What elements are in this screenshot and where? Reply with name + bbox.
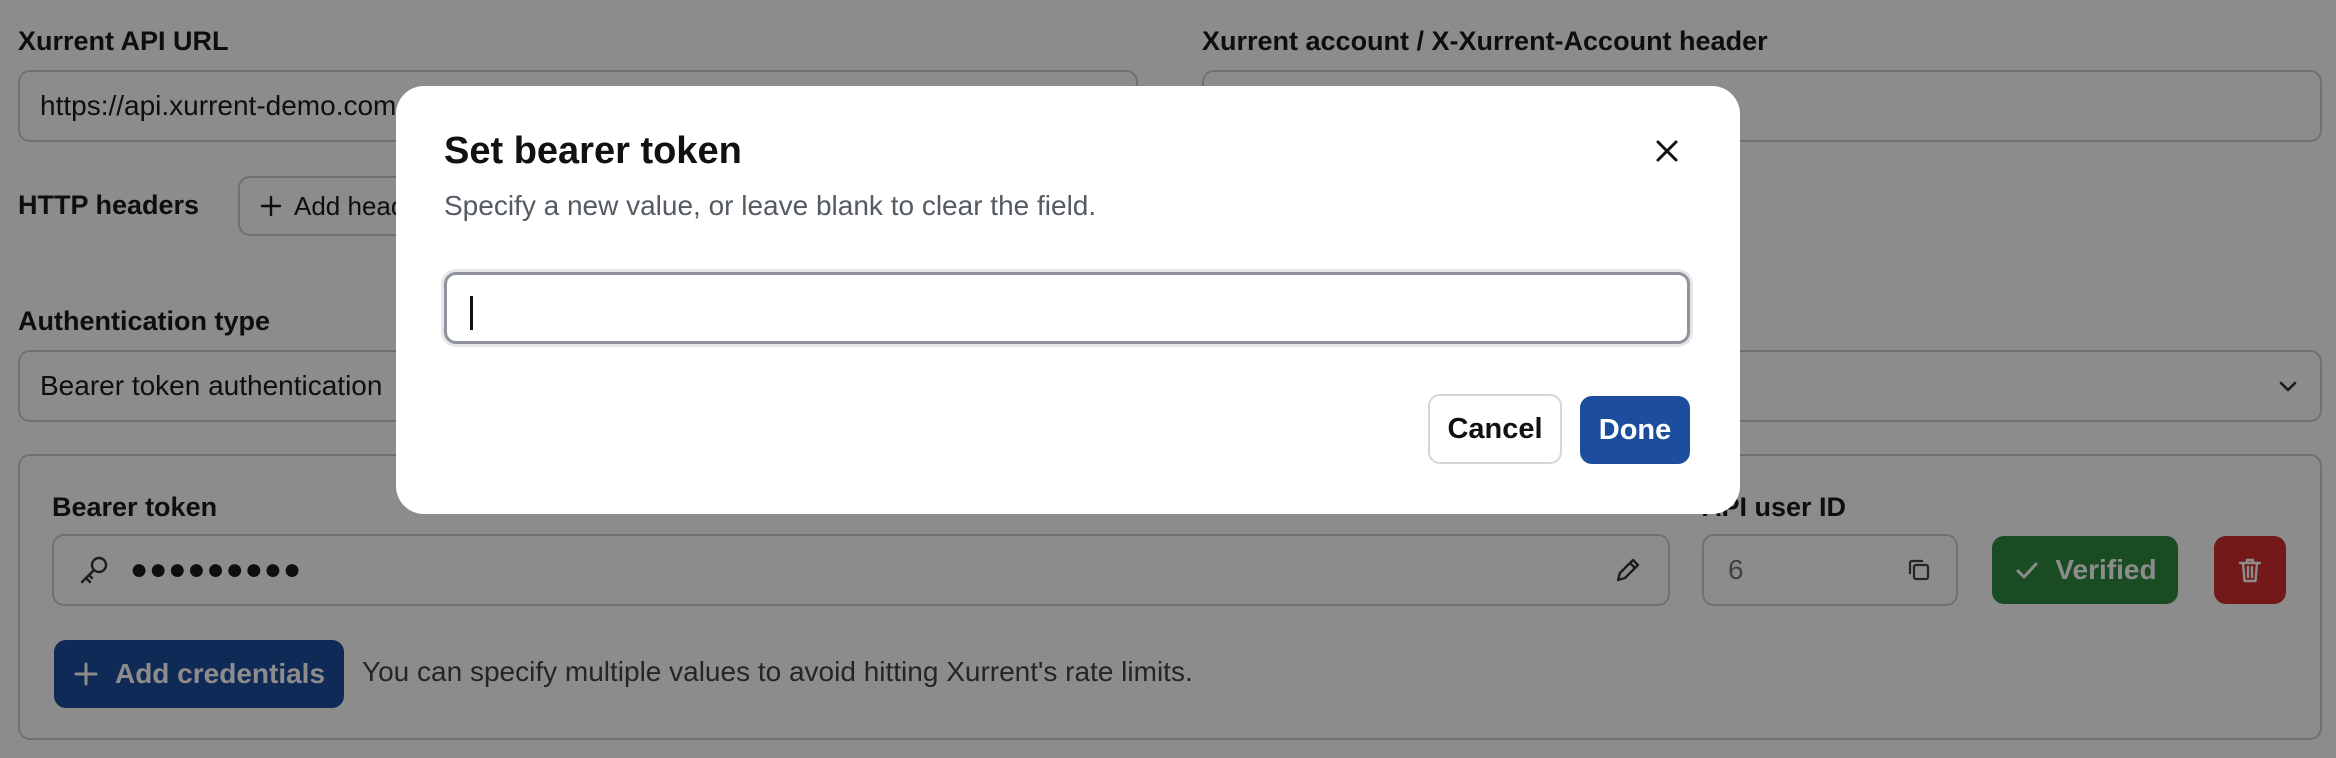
dialog-title: Set bearer token [444, 130, 742, 172]
cancel-button[interactable]: Cancel [1428, 394, 1562, 464]
page: Xurrent API URL https://api.xurrent-demo… [0, 0, 2336, 758]
text-caret [470, 296, 473, 330]
bearer-token-input[interactable] [444, 272, 1690, 344]
set-bearer-token-dialog: Set bearer token Specify a new value, or… [396, 86, 1740, 514]
close-icon[interactable] [1650, 134, 1684, 168]
dialog-subtitle: Specify a new value, or leave blank to c… [444, 190, 1097, 221]
done-button[interactable]: Done [1580, 396, 1690, 464]
